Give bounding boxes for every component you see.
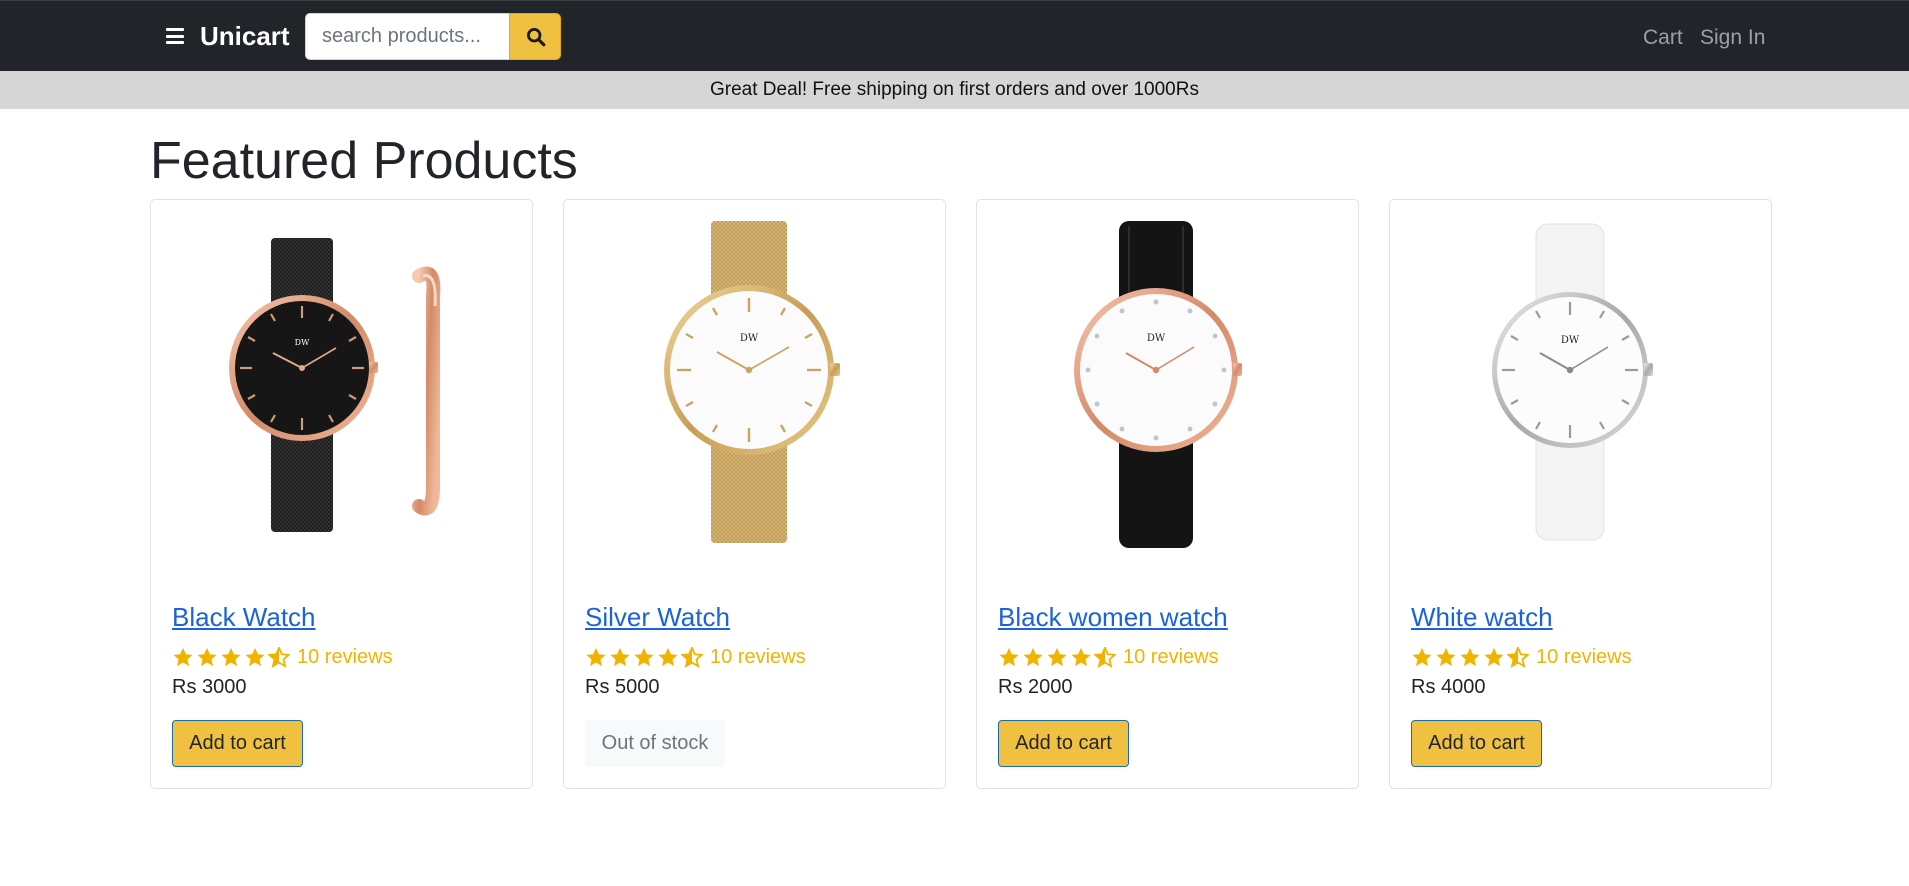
page-title: Featured Products: [150, 132, 578, 190]
product-title-link[interactable]: Silver Watch: [585, 600, 730, 634]
product-rating[interactable]: 10 reviews: [998, 644, 1219, 670]
product-card: DW Black women watch 10 reviews Rs 2000 …: [976, 199, 1359, 789]
star-half-icon: [1507, 646, 1529, 668]
review-count: 10 reviews: [710, 645, 806, 668]
product-image-silver-watch[interactable]: DW: [584, 216, 927, 556]
star-half-icon: [681, 646, 703, 668]
product-price: Rs 5000: [585, 676, 660, 698]
star-icon: [1484, 647, 1504, 666]
product-rating[interactable]: 10 reviews: [585, 644, 806, 670]
product-price: Rs 3000: [172, 676, 247, 698]
product-rating[interactable]: 10 reviews: [1411, 644, 1632, 670]
star-icon: [1412, 647, 1432, 666]
review-count: 10 reviews: [1536, 645, 1632, 668]
star-icon: [1023, 647, 1043, 666]
search-icon: [526, 27, 546, 47]
product-image-black-women-watch[interactable]: DW: [997, 216, 1340, 556]
out-of-stock-badge: Out of stock: [585, 720, 725, 767]
svg-text:DW: DW: [1561, 335, 1580, 346]
add-to-cart-button[interactable]: Add to cart: [1411, 720, 1542, 767]
product-price: Rs 4000: [1411, 676, 1486, 698]
add-to-cart-button[interactable]: Add to cart: [172, 720, 303, 767]
star-icon: [999, 647, 1019, 666]
star-icon: [221, 647, 241, 666]
add-to-cart-button[interactable]: Add to cart: [998, 720, 1129, 767]
star-half-icon: [1094, 646, 1116, 668]
product-card: DW Black Watch 10 reviews Rs 3000 Add to…: [150, 199, 533, 789]
star-icon: [658, 647, 678, 666]
review-count: 10 reviews: [1123, 645, 1219, 668]
top-navbar: Unicart Cart Sign In: [0, 0, 1909, 71]
star-icon: [245, 647, 265, 666]
product-image-white-watch[interactable]: DW: [1410, 216, 1753, 556]
product-card: DW Silver Watch 10 reviews Rs 5000 Out o…: [563, 199, 946, 789]
search-button[interactable]: [509, 13, 561, 60]
product-title-link[interactable]: Black women watch: [998, 600, 1228, 634]
brand-logo[interactable]: Unicart: [200, 20, 290, 52]
star-icon: [634, 647, 654, 666]
star-icon: [1460, 647, 1480, 666]
nav-sign-in-link[interactable]: Sign In: [1700, 25, 1765, 51]
star-icon: [1071, 647, 1091, 666]
review-count: 10 reviews: [297, 645, 393, 668]
product-price: Rs 2000: [998, 676, 1073, 698]
product-image-black-watch[interactable]: DW: [171, 216, 514, 556]
star-half-icon: [268, 646, 290, 668]
search-input[interactable]: [305, 13, 510, 60]
svg-text:DW: DW: [295, 338, 310, 347]
nav-cart-link[interactable]: Cart: [1643, 25, 1683, 51]
hamburger-menu-icon[interactable]: [166, 28, 184, 44]
product-rating[interactable]: 10 reviews: [172, 644, 393, 670]
star-icon: [1436, 647, 1456, 666]
star-icon: [197, 647, 217, 666]
product-card: DW White watch 10 reviews Rs 4000 Add to…: [1389, 199, 1772, 789]
promo-banner: Great Deal! Free shipping on first order…: [0, 71, 1909, 109]
star-icon: [586, 647, 606, 666]
svg-text:DW: DW: [740, 333, 759, 344]
product-title-link[interactable]: White watch: [1411, 600, 1553, 634]
star-icon: [610, 647, 630, 666]
star-icon: [173, 647, 193, 666]
star-icon: [1047, 647, 1067, 666]
svg-text:DW: DW: [1147, 333, 1166, 344]
product-title-link[interactable]: Black Watch: [172, 600, 316, 634]
